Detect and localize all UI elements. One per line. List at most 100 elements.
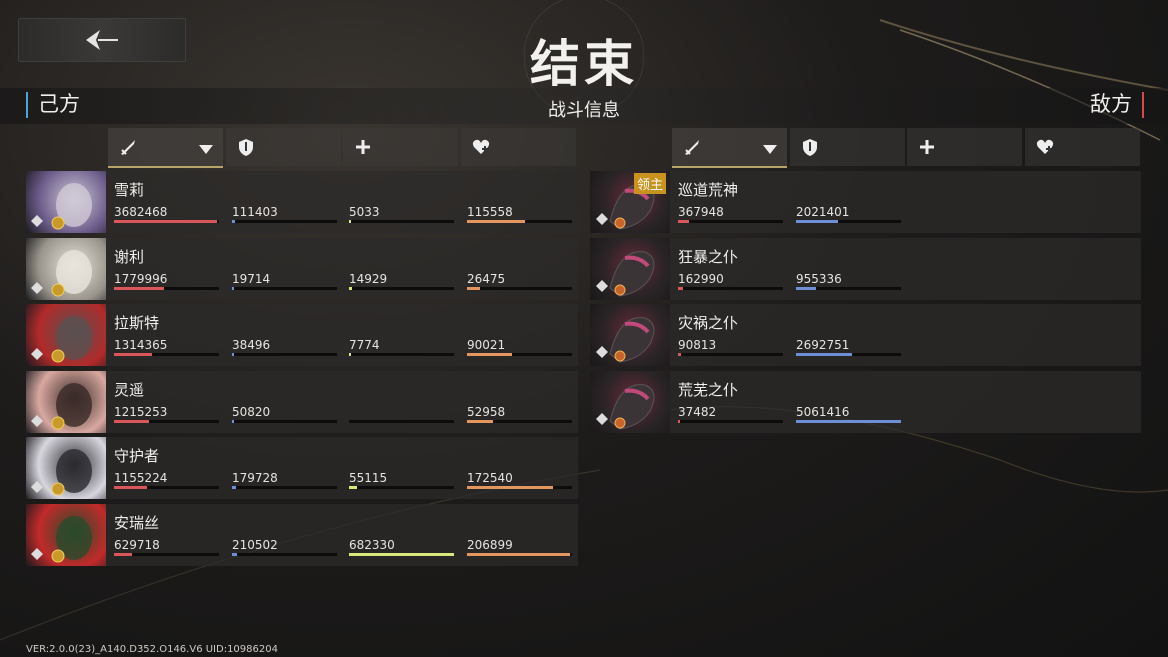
stat-bar <box>114 553 219 556</box>
stat-bar-fill <box>467 419 494 423</box>
ally-portrait <box>26 437 106 500</box>
stat-bar <box>467 220 572 223</box>
enemy-column-header-heart-plus[interactable] <box>1025 128 1140 166</box>
stat-bar-fill <box>678 353 682 357</box>
plus-icon <box>917 137 937 157</box>
allies-row[interactable] <box>26 437 578 500</box>
stat-value: 210502 <box>232 538 278 552</box>
allies-row[interactable] <box>26 304 578 367</box>
stat-bar-fill <box>349 286 353 290</box>
stat-value: 2021401 <box>796 205 850 219</box>
stat-bar <box>796 353 901 357</box>
stat-bar <box>114 353 219 357</box>
enemies-row[interactable] <box>590 304 1141 367</box>
enemy-side-label: 敌方 <box>1090 92 1144 118</box>
stat-bar <box>232 419 337 423</box>
stat-value: 179728 <box>232 471 278 486</box>
stat-bar <box>678 220 783 223</box>
stat-bar <box>796 286 901 290</box>
stat-bar-fill <box>232 419 235 423</box>
enemies-row[interactable] <box>590 171 1141 233</box>
stat-bar <box>467 353 572 357</box>
stat-value: 682330 <box>349 538 395 552</box>
sort-down-icon[interactable] <box>763 142 777 160</box>
stat-value: 3682468 <box>114 205 168 219</box>
ally-name: 拉斯特 <box>114 315 160 333</box>
ally-name: 谢利 <box>114 248 145 266</box>
stat-bar-fill <box>467 486 554 490</box>
enemy-portrait <box>590 370 670 433</box>
ally-name: 守护者 <box>114 448 160 466</box>
stat-value: 14929 <box>349 271 388 286</box>
enemy-column-header-shield[interactable] <box>790 128 905 166</box>
stat-value: 5061416 <box>796 404 850 419</box>
ally-name: 雪莉 <box>114 182 145 199</box>
enemy-portrait <box>590 237 670 300</box>
ally-column-header-heart-plus[interactable] <box>461 128 576 166</box>
stat-value: 55115 <box>349 471 388 486</box>
ally-portrait <box>26 504 106 566</box>
stat-value: 1155224 <box>114 471 168 486</box>
stat-bar <box>467 486 572 490</box>
stat-bar <box>349 553 454 556</box>
heart-plus-icon <box>1035 137 1055 157</box>
stat-bar <box>678 353 783 357</box>
ally-portrait <box>26 237 106 300</box>
stat-value: 162990 <box>678 271 724 286</box>
sword-icon <box>118 137 138 157</box>
boss-badge: 领主 <box>634 173 667 194</box>
stat-value: 50820 <box>232 404 271 419</box>
stat-value: 629718 <box>114 538 160 552</box>
ally-column-header-shield[interactable] <box>226 128 341 166</box>
stat-bar-fill <box>467 220 525 223</box>
shield-icon <box>800 137 820 157</box>
page-title: 结束 <box>530 34 638 93</box>
stat-value: 90021 <box>467 338 506 353</box>
stat-bar <box>114 220 219 223</box>
stat-bar <box>349 286 454 290</box>
stat-bar-fill <box>349 553 454 556</box>
stat-bar <box>232 486 337 490</box>
stat-bar-fill <box>796 220 838 223</box>
allies-row[interactable] <box>26 504 578 566</box>
stat-bar <box>349 486 454 490</box>
stat-bar-fill <box>678 220 689 223</box>
stat-bar-fill <box>678 286 684 290</box>
allies-row[interactable] <box>26 171 578 233</box>
sort-down-icon[interactable] <box>199 142 213 160</box>
ally-name: 灵遥 <box>114 381 145 399</box>
ally-portrait <box>26 304 106 367</box>
stat-bar-fill <box>114 419 149 423</box>
stat-value: 2692751 <box>796 338 850 353</box>
ally-column-header-plus[interactable] <box>343 128 458 166</box>
stat-bar <box>349 220 454 223</box>
enemy-column-header-plus[interactable] <box>907 128 1022 166</box>
stat-bar <box>232 553 337 556</box>
heart-plus-icon <box>471 137 491 157</box>
shield-icon <box>236 137 256 157</box>
stat-bar-fill <box>467 286 480 290</box>
stat-bar <box>114 286 219 290</box>
stat-bar <box>114 419 219 423</box>
enemy-column-header-sword[interactable] <box>672 128 787 168</box>
stat-bar-fill <box>467 353 513 357</box>
stat-bar-fill <box>232 553 238 556</box>
ally-column-header-sword[interactable] <box>108 128 223 168</box>
stat-bar-fill <box>349 353 351 357</box>
stat-bar <box>467 553 572 556</box>
ally-portrait <box>26 370 106 433</box>
stat-value: 38496 <box>232 338 271 353</box>
stat-bar-fill <box>796 419 901 423</box>
enemies-row[interactable] <box>590 370 1141 433</box>
allies-row[interactable] <box>26 237 578 300</box>
stat-bar <box>678 419 783 423</box>
stat-value: 1779996 <box>114 271 168 286</box>
stat-value: 19714 <box>232 271 271 286</box>
allies-row[interactable] <box>26 370 578 433</box>
stat-value: 206899 <box>467 538 513 552</box>
stat-value: 26475 <box>467 271 506 286</box>
stat-bar-fill <box>467 553 570 556</box>
enemy-name: 灾祸之仆 <box>678 315 739 333</box>
enemies-row[interactable] <box>590 237 1141 300</box>
stat-bar <box>349 353 454 357</box>
